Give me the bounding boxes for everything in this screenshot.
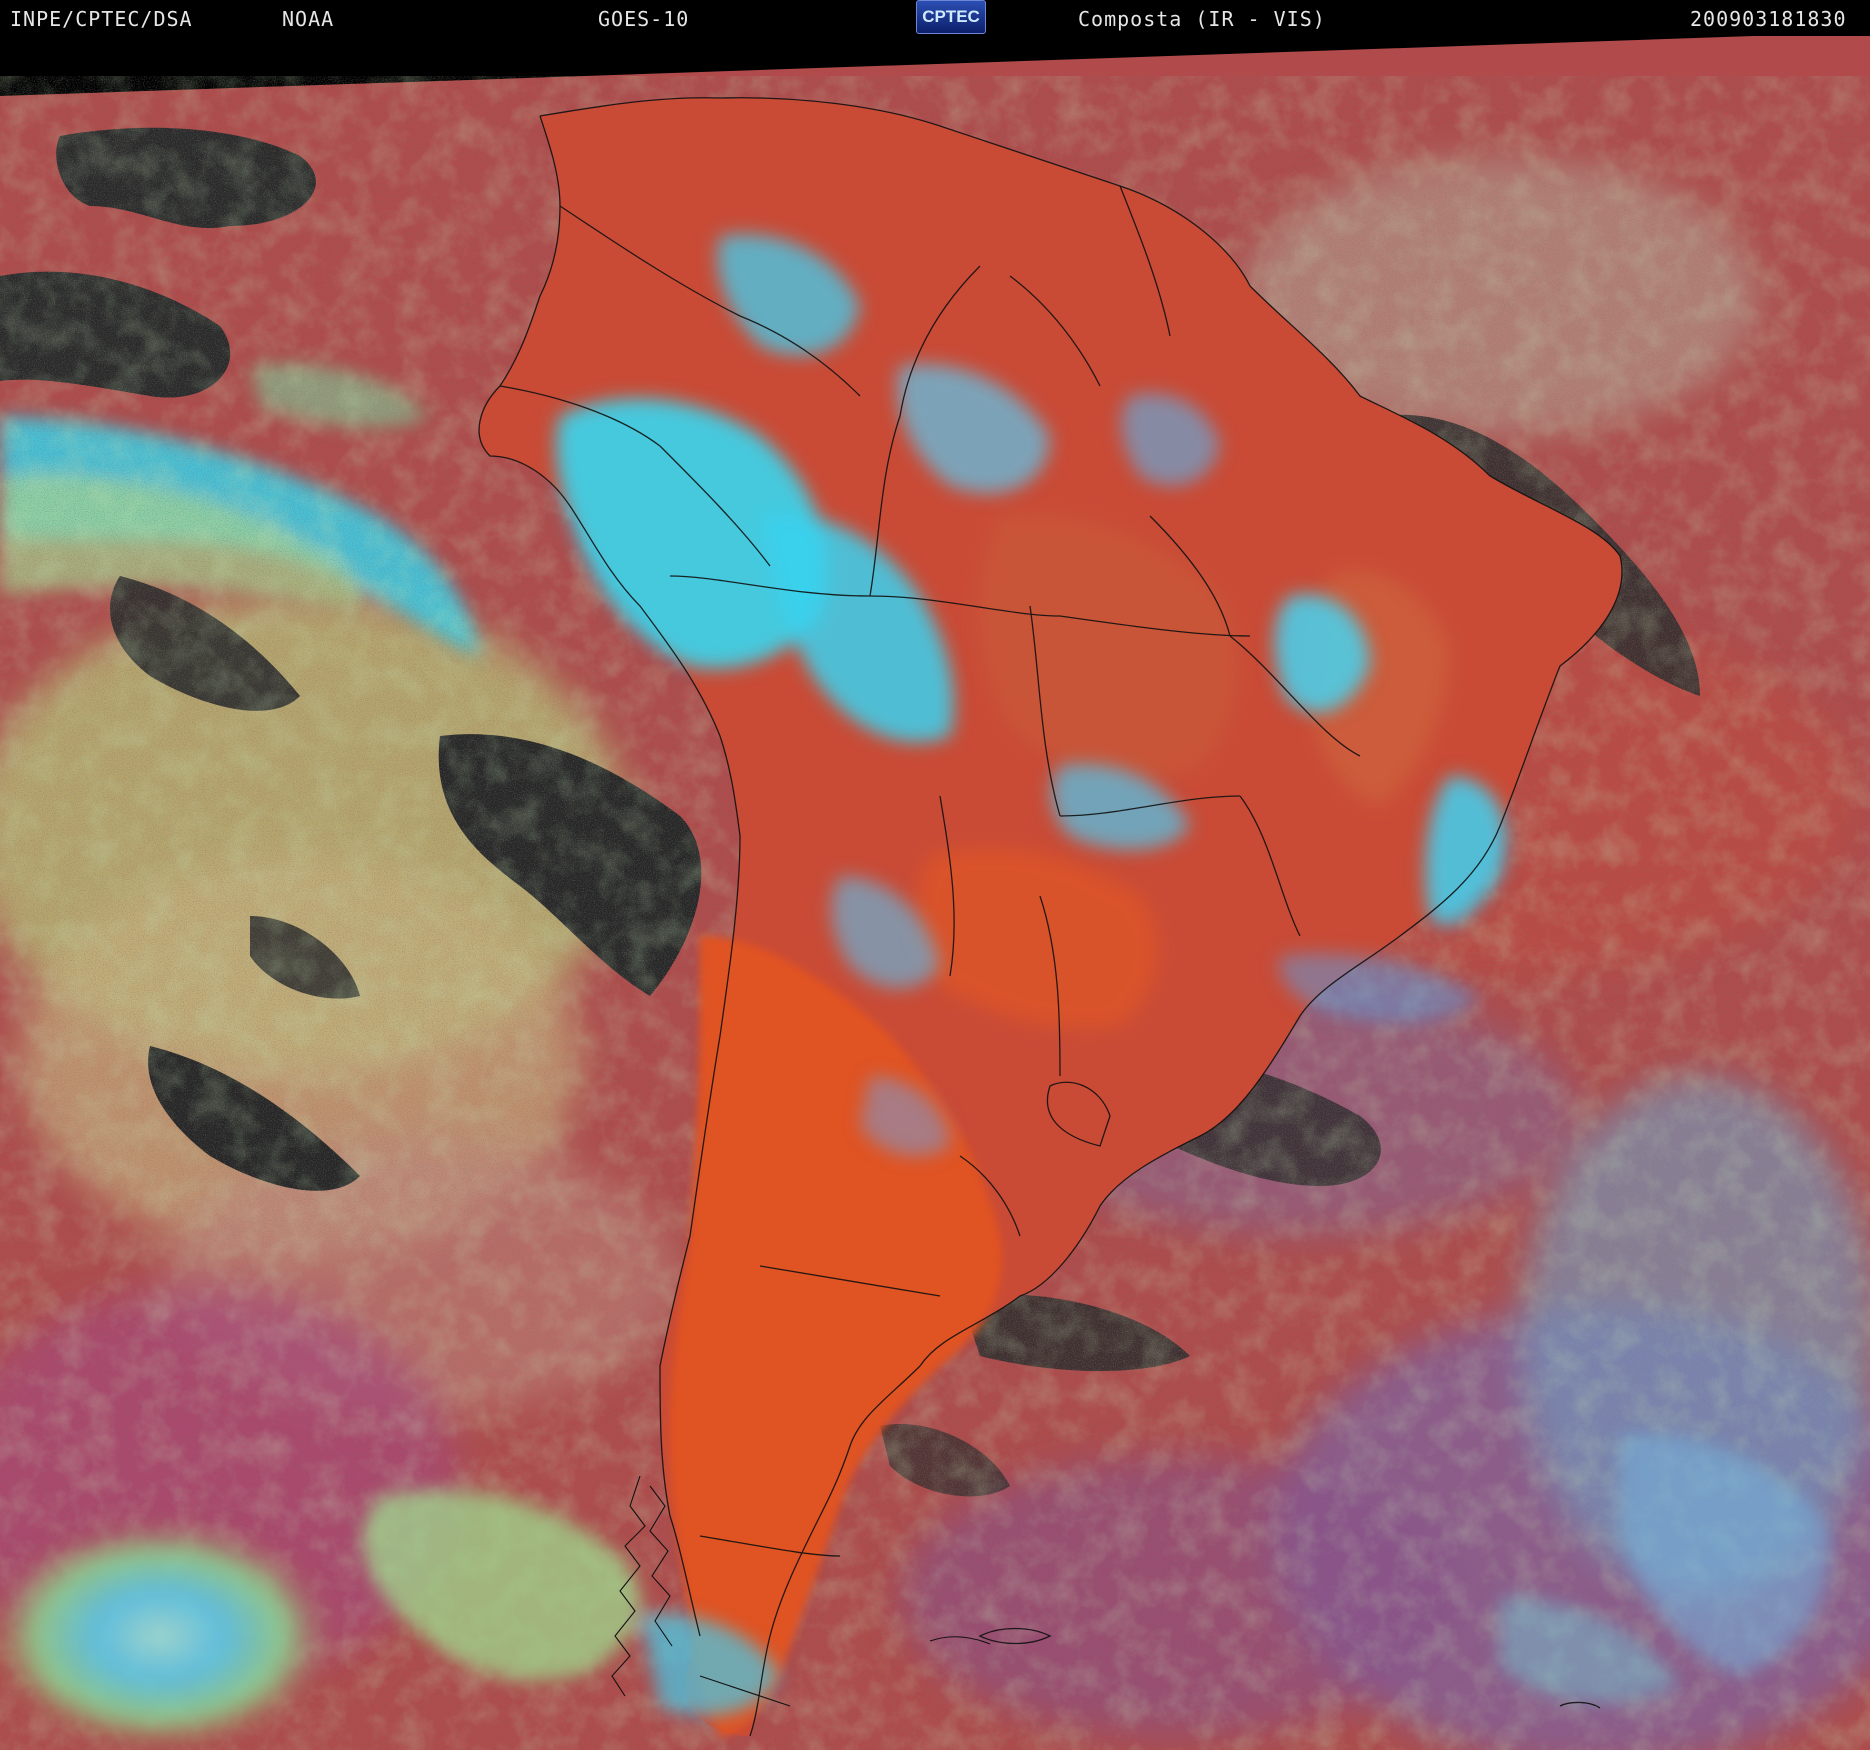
satellite-image	[0, 36, 1870, 1750]
cptec-logo: CPTEC	[916, 0, 986, 34]
agency-label: NOAA	[282, 7, 335, 31]
timestamp-label: 200903181830	[1690, 7, 1847, 31]
image-header-bar: INPE/CPTEC/DSA NOAA GOES-10 CPTEC Compos…	[0, 0, 1870, 36]
product-label: Composta (IR - VIS)	[1078, 7, 1326, 31]
satellite-composite-render	[0, 36, 1870, 1750]
satellite-label: GOES-10	[598, 7, 690, 31]
source-label: INPE/CPTEC/DSA	[10, 7, 193, 31]
